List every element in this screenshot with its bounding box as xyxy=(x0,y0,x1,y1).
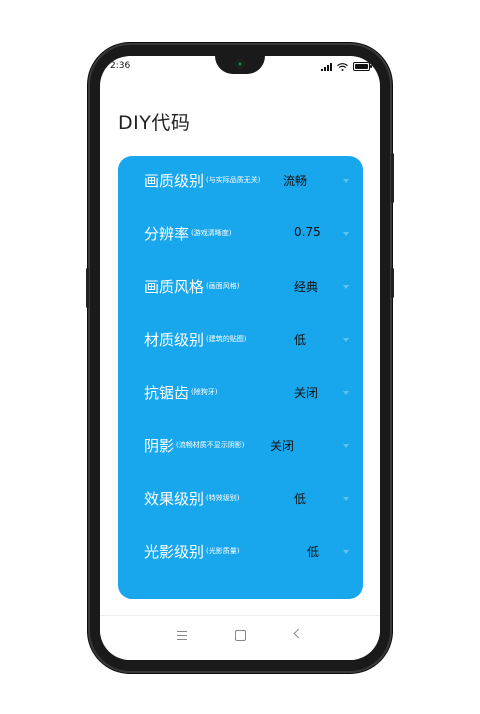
setting-label: 阴影 (流畅材质不显示阴影) xyxy=(144,437,245,455)
power-button xyxy=(391,153,394,203)
dropdown-caret-icon[interactable] xyxy=(343,179,349,183)
setting-row-antialiasing[interactable]: 抗锯齿 (除狗牙) 关闭 xyxy=(118,368,363,421)
navigation-bar xyxy=(100,615,380,660)
setting-value[interactable]: 流畅 xyxy=(283,172,307,189)
setting-label: 光影级别 (光影质量) xyxy=(144,543,240,561)
setting-label: 画质级别 (与实际品质无关) xyxy=(144,172,261,190)
status-time: 2:36 xyxy=(110,61,131,71)
setting-value[interactable]: 经典 xyxy=(294,278,318,295)
wifi-icon xyxy=(337,62,348,71)
page-title: DIY代码 xyxy=(118,112,191,134)
setting-row-effects[interactable]: 效果级别 (特效级别) 低 xyxy=(118,474,363,527)
setting-value[interactable]: 关闭 xyxy=(294,384,318,401)
setting-label: 效果级别 (特效级别) xyxy=(144,490,240,508)
setting-value[interactable]: 低 xyxy=(294,490,306,507)
dropdown-caret-icon[interactable] xyxy=(343,444,349,448)
dropdown-caret-icon[interactable] xyxy=(343,550,349,554)
dropdown-caret-icon[interactable] xyxy=(343,391,349,395)
setting-row-style[interactable]: 画质风格 (画面风格) 经典 xyxy=(118,262,363,315)
side-button xyxy=(391,268,394,298)
setting-row-lighting[interactable]: 光影级别 (光影质量) 低 xyxy=(118,527,363,580)
status-icons xyxy=(321,62,372,71)
screen: 2:36 DIY代码 画质级别 (与实际品质无关) 流畅 分辨率 (游戏清晰度)… xyxy=(100,56,380,660)
setting-row-texture[interactable]: 材质级别 (建筑的贴图) 低 xyxy=(118,315,363,368)
dropdown-caret-icon[interactable] xyxy=(343,285,349,289)
menu-icon[interactable] xyxy=(177,631,187,643)
status-bar: 2:36 xyxy=(100,60,380,76)
setting-row-quality-level[interactable]: 画质级别 (与实际品质无关) 流畅 xyxy=(118,156,363,209)
setting-label: 材质级别 (建筑的贴图) xyxy=(144,331,247,349)
setting-row-shadow[interactable]: 阴影 (流畅材质不显示阴影) 关闭 xyxy=(118,421,363,474)
volume-button xyxy=(86,268,89,308)
setting-row-resolution[interactable]: 分辨率 (游戏清晰度) 0.75 xyxy=(118,209,363,262)
setting-value[interactable]: 低 xyxy=(294,331,306,348)
battery-icon xyxy=(353,62,372,71)
settings-panel: 画质级别 (与实际品质无关) 流畅 分辨率 (游戏清晰度) 0.75 画质风格 (画面… xyxy=(118,156,363,599)
back-icon[interactable] xyxy=(293,628,304,639)
dropdown-caret-icon[interactable] xyxy=(343,497,349,501)
signal-icon xyxy=(321,62,332,71)
setting-label: 画质风格 (画面风格) xyxy=(144,278,240,296)
home-icon[interactable] xyxy=(235,630,246,641)
setting-label: 分辨率 (游戏清晰度) xyxy=(144,225,232,243)
setting-value[interactable]: 低 xyxy=(307,543,319,560)
setting-label: 抗锯齿 (除狗牙) xyxy=(144,384,218,402)
setting-value[interactable]: 0.75 xyxy=(294,225,321,239)
dropdown-caret-icon[interactable] xyxy=(343,232,349,236)
phone-frame: 2:36 DIY代码 画质级别 (与实际品质无关) 流畅 分辨率 (游戏清晰度)… xyxy=(86,43,394,673)
setting-value[interactable]: 关闭 xyxy=(270,437,294,454)
dropdown-caret-icon[interactable] xyxy=(343,338,349,342)
